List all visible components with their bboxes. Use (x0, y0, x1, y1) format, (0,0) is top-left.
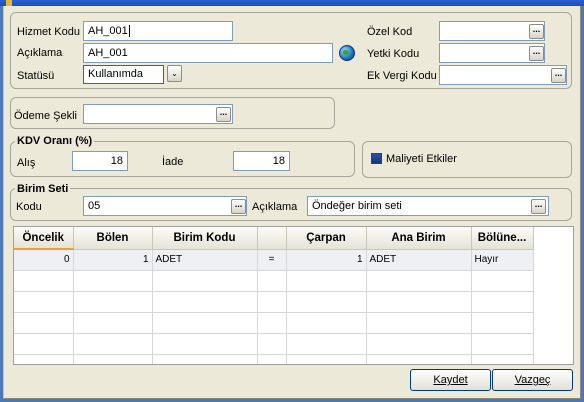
table-row-empty[interactable] (14, 270, 534, 292)
statusu-dropdown-button[interactable]: ⌄ (167, 65, 182, 82)
birim-aciklama-lookup-button[interactable]: ... (531, 199, 546, 214)
maliyet-label: Maliyeti Etkiler (386, 153, 457, 165)
kdv-panel: KDV Oranı (%) Alış 18 İade 18 (10, 135, 355, 177)
column-header-carpan[interactable]: Çarpan (286, 227, 367, 250)
chevron-down-icon: ⌄ (171, 69, 178, 78)
cell-ana-birim[interactable]: ADET (366, 249, 472, 271)
column-header-equals[interactable] (257, 227, 287, 250)
alis-label: Alış (17, 157, 36, 169)
vazgec-button[interactable]: Vazgeç (492, 369, 573, 391)
yetki-kodu-lookup-button[interactable]: ... (529, 46, 544, 61)
statusu-label: Statüsü (17, 70, 55, 82)
odeme-sekli-lookup-button[interactable]: ... (216, 107, 231, 122)
cell-bolen[interactable]: 1 (73, 249, 153, 271)
ozel-kod-label: Özel Kod (367, 26, 413, 38)
ek-vergi-kodu-input[interactable] (439, 65, 567, 85)
globe-icon[interactable] (339, 45, 355, 61)
cell-carpan[interactable]: 1 (286, 249, 367, 271)
table-row-empty[interactable] (14, 333, 534, 355)
birim-aciklama-input[interactable]: Öndeğer birim seti (307, 196, 549, 216)
hizmet-kodu-input[interactable]: AH_001 (83, 21, 233, 41)
iade-label: İade (162, 156, 184, 168)
general-info-panel: Hizmet Kodu AH_001 Açıklama AH_001 Statü… (10, 12, 572, 89)
birim-seti-panel: Birim Seti Kodu 05 ... Açıklama Öndeğer … (10, 183, 572, 221)
odeme-sekli-label: Ödeme Şekli (14, 110, 77, 122)
table-row-empty[interactable] (14, 312, 534, 334)
column-header-bolunebilir[interactable]: Bölüne... (471, 227, 534, 250)
grid-header-row: Öncelik Bölen Birim Kodu Çarpan Ana Biri… (14, 227, 534, 250)
cell-oncelik[interactable]: 0 (14, 249, 74, 271)
unit-grid[interactable]: Öncelik Bölen Birim Kodu Çarpan Ana Biri… (13, 226, 574, 365)
alis-input[interactable]: 18 (72, 151, 128, 171)
maliyet-checkbox[interactable] (371, 153, 382, 164)
birim-kodu-lookup-button[interactable]: ... (231, 199, 246, 214)
cell-bolunebilir[interactable]: Hayır (471, 249, 534, 271)
ozel-kod-lookup-button[interactable]: ... (529, 24, 544, 39)
kaydet-button-label: Kaydet (433, 374, 468, 386)
kdv-title: KDV Oranı (%) (15, 135, 95, 147)
iade-input[interactable]: 18 (233, 151, 290, 171)
odeme-sekli-input[interactable] (83, 104, 233, 124)
ek-vergi-kodu-label: Ek Vergi Kodu (367, 70, 437, 82)
odeme-panel: Ödeme Şekli ... (10, 97, 335, 129)
maliyet-panel: Maliyeti Etkiler (362, 141, 572, 178)
birim-aciklama-label: Açıklama (252, 201, 298, 213)
table-row[interactable]: 0 1 ADET = 1 ADET Hayır (14, 249, 534, 271)
column-header-birim-kodu[interactable]: Birim Kodu (152, 227, 258, 250)
vazgec-button-label: Vazgeç (514, 374, 551, 386)
hizmet-kodu-label: Hizmet Kodu (17, 26, 80, 38)
yetki-kodu-label: Yetki Kodu (367, 48, 420, 60)
birim-kodu-input[interactable]: 05 (83, 196, 247, 216)
column-header-bolen[interactable]: Bölen (73, 227, 153, 250)
text-caret (128, 25, 130, 38)
cell-birim-kodu[interactable]: ADET (152, 249, 258, 271)
cell-equals: = (257, 249, 287, 271)
statusu-select[interactable]: Kullanımda (83, 65, 164, 84)
column-header-oncelik[interactable]: Öncelik (14, 227, 74, 250)
table-row-empty[interactable] (14, 291, 534, 313)
birim-seti-title: Birim Seti (15, 183, 71, 195)
service-card-window: Hizmet Kodu AH_001 Açıklama AH_001 Statü… (3, 6, 581, 399)
ek-vergi-kodu-lookup-button[interactable]: ... (551, 68, 566, 83)
aciklama-label: Açıklama (17, 47, 63, 59)
column-header-ana-birim[interactable]: Ana Birim (366, 227, 472, 250)
hizmet-kodu-value: AH_001 (88, 25, 128, 37)
aciklama-input[interactable]: AH_001 (83, 43, 333, 63)
birim-kodu-label: Kodu (16, 201, 42, 213)
table-row-empty[interactable] (14, 354, 534, 364)
kaydet-button[interactable]: Kaydet (410, 369, 491, 391)
